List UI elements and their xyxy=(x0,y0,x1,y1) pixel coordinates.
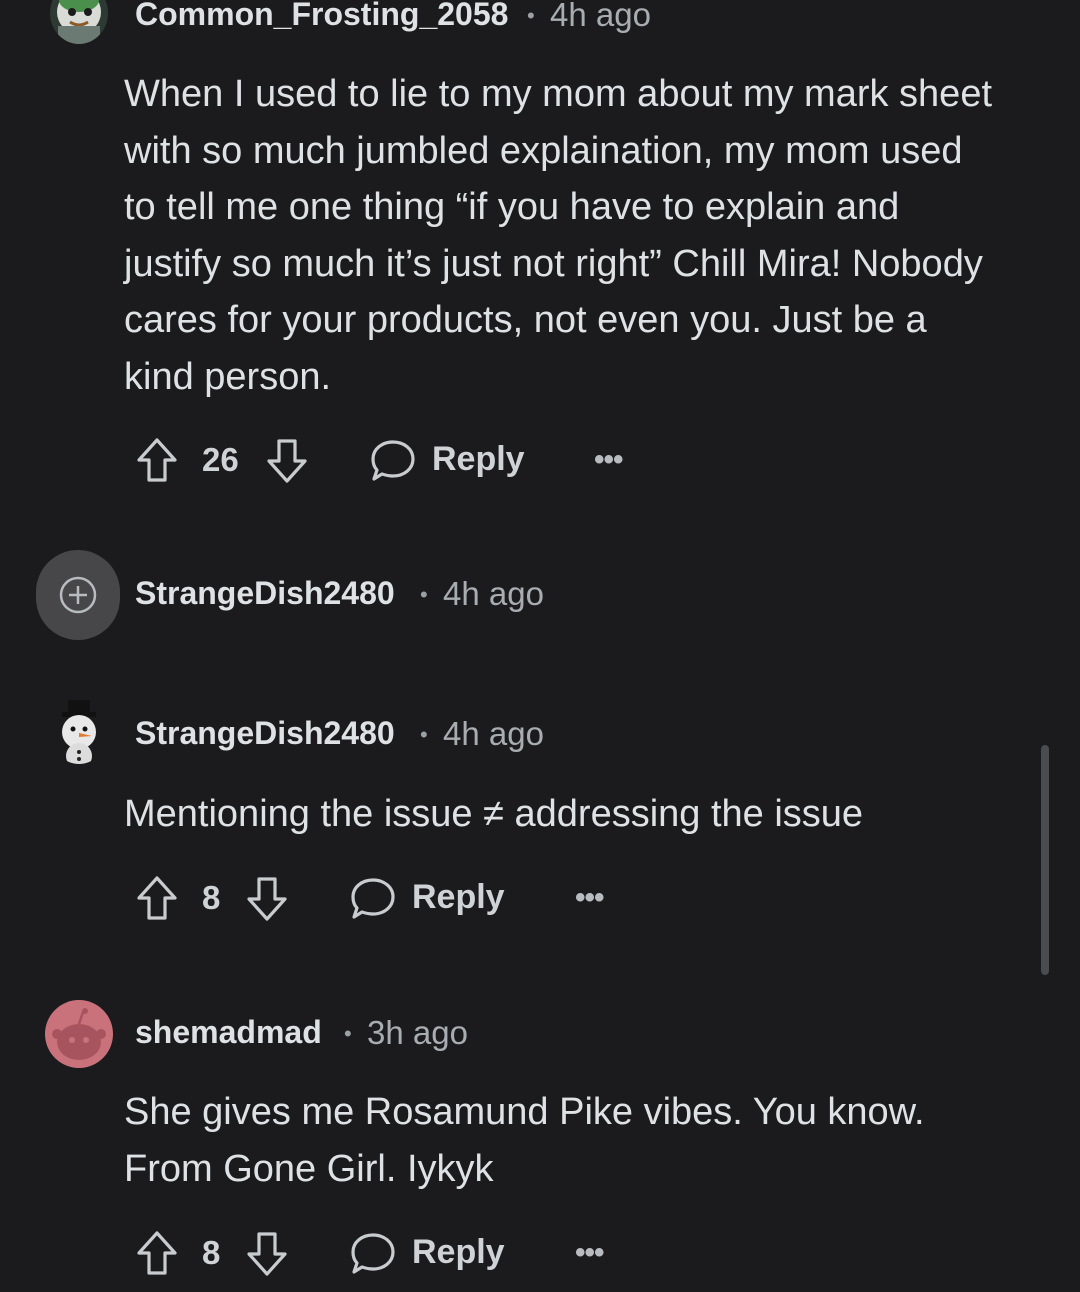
comment-bubble-icon xyxy=(351,1233,395,1274)
downvote-button[interactable] xyxy=(246,1231,288,1277)
comment: Common_Frosting_2058 • 4h ago When I use… xyxy=(0,0,1080,520)
more-options-button[interactable]: ••• xyxy=(594,443,623,477)
downvote-arrow-icon xyxy=(247,877,287,921)
avatar[interactable] xyxy=(50,698,108,764)
comment-line: justify so much it’s just not right” Chi… xyxy=(124,242,983,285)
comment-line: to tell me one thing “if you have to exp… xyxy=(124,186,900,228)
comment-bubble-icon xyxy=(351,878,395,919)
comment-author[interactable]: StrangeDish2480 xyxy=(135,715,395,752)
scrollbar[interactable] xyxy=(1041,745,1049,975)
expand-thread-button[interactable] xyxy=(36,550,120,640)
avatar[interactable] xyxy=(50,0,108,44)
comment-author[interactable]: shemadmad xyxy=(135,1014,322,1051)
comment-author[interactable]: StrangeDish2480 xyxy=(135,575,395,612)
plus-icon xyxy=(59,576,97,614)
comment-line: kind person. xyxy=(124,355,332,398)
reply-label: Reply xyxy=(412,878,505,916)
comment-line: with so much jumbled explaination, my mo… xyxy=(124,129,963,172)
separator-dot: • xyxy=(527,3,535,28)
vote-count: 8 xyxy=(202,1234,221,1271)
downvote-arrow-icon xyxy=(247,1232,287,1276)
comment-timestamp: 4h ago xyxy=(443,715,544,752)
separator-dot: • xyxy=(344,1021,352,1046)
upvote-button[interactable] xyxy=(136,1230,178,1276)
reddit-snoo-avatar-icon xyxy=(52,1008,106,1060)
comment-line: Mentioning the issue ≠ addressing the is… xyxy=(124,793,864,835)
reply-button[interactable]: Reply xyxy=(350,874,510,924)
comment-body: Mentioning the issue ≠ addressing the is… xyxy=(124,786,1044,843)
comment-timestamp: 4h ago xyxy=(443,575,544,612)
comment-line: She gives me Rosamund Pike vibes. You kn… xyxy=(124,1091,925,1133)
vote-count: 8 xyxy=(202,879,221,916)
comment-author[interactable]: Common_Frosting_2058 xyxy=(135,0,508,33)
comment-timestamp: 4h ago xyxy=(550,0,651,33)
comment-line: From Gone Girl. Iykyk xyxy=(124,1147,494,1190)
upvote-arrow-icon xyxy=(137,438,177,482)
comment-timestamp: 3h ago xyxy=(367,1014,468,1051)
comment-line: When I used to lie to my mom about my ma… xyxy=(124,73,993,115)
reply-label: Reply xyxy=(432,440,525,478)
reply-label: Reply xyxy=(412,1233,505,1271)
comment-line: cares for your products, not even you. J… xyxy=(124,299,927,341)
reply-button[interactable]: Reply xyxy=(370,436,530,486)
avatar[interactable] xyxy=(45,1000,113,1068)
downvote-arrow-icon xyxy=(267,439,307,483)
comment: StrangeDish2480 • 4h ago Mentioning the … xyxy=(0,690,1080,950)
comment: shemadmad • 3h ago She gives me Rosamund… xyxy=(0,990,1080,1292)
collapsed-comment: StrangeDish2480 • 4h ago xyxy=(0,540,1080,660)
snowman-avatar-icon xyxy=(62,700,96,764)
more-options-button[interactable]: ••• xyxy=(575,1236,604,1270)
upvote-arrow-icon xyxy=(137,1231,177,1275)
downvote-button[interactable] xyxy=(246,876,288,922)
comment-body: When I used to lie to my mom about my ma… xyxy=(124,66,1044,405)
upvote-button[interactable] xyxy=(136,437,178,483)
more-options-button[interactable]: ••• xyxy=(575,881,604,915)
separator-dot: • xyxy=(420,582,428,607)
reply-button[interactable]: Reply xyxy=(350,1229,510,1279)
user-avatar-icon xyxy=(57,0,101,44)
comment-bubble-icon xyxy=(371,440,415,481)
vote-count: 26 xyxy=(202,441,239,478)
downvote-button[interactable] xyxy=(266,438,308,484)
comment-body: She gives me Rosamund Pike vibes. You kn… xyxy=(124,1084,1044,1197)
upvote-button[interactable] xyxy=(136,875,178,921)
upvote-arrow-icon xyxy=(137,876,177,920)
separator-dot: • xyxy=(420,722,428,747)
